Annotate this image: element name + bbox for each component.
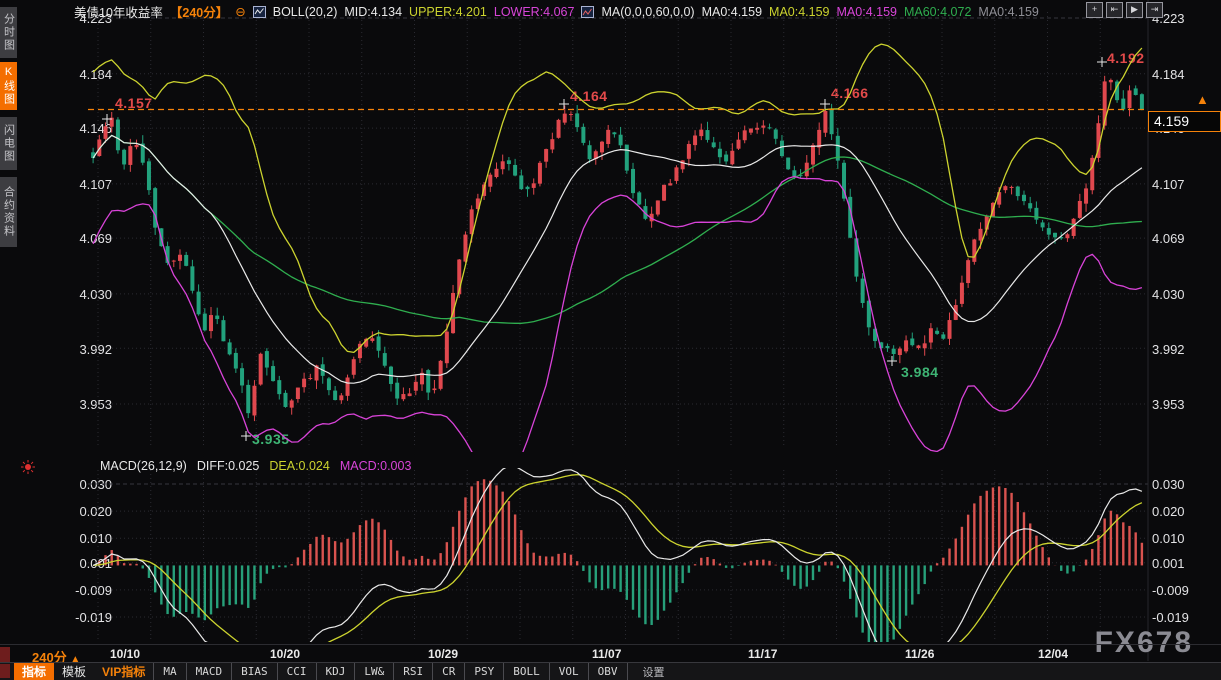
candlestick-chart[interactable] xyxy=(0,0,1221,679)
toolbar-macd-button[interactable]: MACD xyxy=(186,663,232,680)
ma0-yellow-value: MA0:4.159 xyxy=(769,5,829,19)
instrument-title: 美债10年收益率 xyxy=(74,3,163,20)
sidebar-tab-lightning[interactable]: 闪电图 xyxy=(0,117,17,170)
period-label[interactable]: 【240分】 xyxy=(170,3,228,20)
macd-macd-value: MACD:0.003 xyxy=(340,459,412,473)
shift-right-icon[interactable]: ⇥ xyxy=(1146,2,1163,18)
boll-lower-value: LOWER:4.067 xyxy=(494,5,575,19)
ma0-magenta-value: MA0:4.159 xyxy=(837,5,897,19)
toolbar-ma-button[interactable]: MA xyxy=(153,663,185,680)
date-axis xyxy=(0,644,1221,663)
price-up-arrow-icon: ▲ xyxy=(1196,93,1209,106)
toolbar-indicator-button[interactable]: 指标 xyxy=(14,663,54,680)
boll-chart-icon[interactable] xyxy=(253,6,266,18)
sidebar-tab-timeshare[interactable]: 分时图 xyxy=(0,7,17,58)
toolbar-bias-button[interactable]: BIAS xyxy=(231,663,277,680)
ma0-white-value: MA0:4.159 xyxy=(702,5,762,19)
sidebar: 分时图 K线图 闪电图 合约资料 xyxy=(0,0,17,679)
ma0-gray-value: MA0:4.159 xyxy=(978,5,1038,19)
window-controls: + ⇤ ▶ ⇥ xyxy=(1086,2,1163,18)
toolbar-template-button[interactable]: 模板 xyxy=(54,663,94,680)
macd-dea-value: DEA:0.024 xyxy=(269,459,329,473)
scale-left-icon[interactable]: ⇤ xyxy=(1106,2,1123,18)
alert-dot-icon[interactable] xyxy=(20,459,36,475)
pan-icon[interactable]: + xyxy=(1086,2,1103,18)
boll-upper-value: UPPER:4.201 xyxy=(409,5,487,19)
boll-mid-value: MID:4.134 xyxy=(344,5,402,19)
macd-label: MACD(26,12,9) xyxy=(100,459,187,473)
sidebar-tab-kline[interactable]: K线图 xyxy=(0,62,17,110)
boll-label: BOLL(20,2) xyxy=(273,5,338,19)
scale-right-icon[interactable]: ▶ xyxy=(1126,2,1143,18)
toolbar-boll-button[interactable]: BOLL xyxy=(503,663,549,680)
toolbar-cci-button[interactable]: CCI xyxy=(277,663,316,680)
left-edge-marker xyxy=(0,647,10,662)
current-price-tag: 4.159 xyxy=(1148,111,1221,132)
indicator-toolbar: 指标 模板 VIP指标 MA MACD BIAS CCI KDJ LW& RSI… xyxy=(0,662,1221,680)
toolbar-vip-button[interactable]: VIP指标 xyxy=(94,663,153,680)
toolbar-cr-button[interactable]: CR xyxy=(432,663,464,680)
toolbar-settings-button[interactable]: 设置 xyxy=(634,663,674,680)
sidebar-tab-contract-info[interactable]: 合约资料 xyxy=(0,177,17,247)
macd-header: MACD(26,12,9) DIFF:0.025 DEA:0.024 MACD:… xyxy=(100,459,411,473)
chart-header: 美债10年收益率 【240分】 ⊖ BOLL(20,2) MID:4.134 U… xyxy=(74,3,1086,20)
toolbar-lw-button[interactable]: LW& xyxy=(354,663,393,680)
toolbar-rsi-button[interactable]: RSI xyxy=(393,663,432,680)
toolbar-vol-button[interactable]: VOL xyxy=(549,663,588,680)
left-edge-marker xyxy=(0,664,10,678)
macd-diff-value: DIFF:0.025 xyxy=(197,459,260,473)
toolbar-psy-button[interactable]: PSY xyxy=(464,663,503,680)
ma60-value: MA60:4.072 xyxy=(904,5,971,19)
ma-label: MA(0,0,0,60,0,0) xyxy=(601,5,694,19)
toolbar-obv-button[interactable]: OBV xyxy=(588,663,628,680)
toolbar-kdj-button[interactable]: KDJ xyxy=(316,663,355,680)
ma-chart-icon[interactable] xyxy=(581,6,594,18)
collapse-icon[interactable]: ⊖ xyxy=(235,4,245,19)
